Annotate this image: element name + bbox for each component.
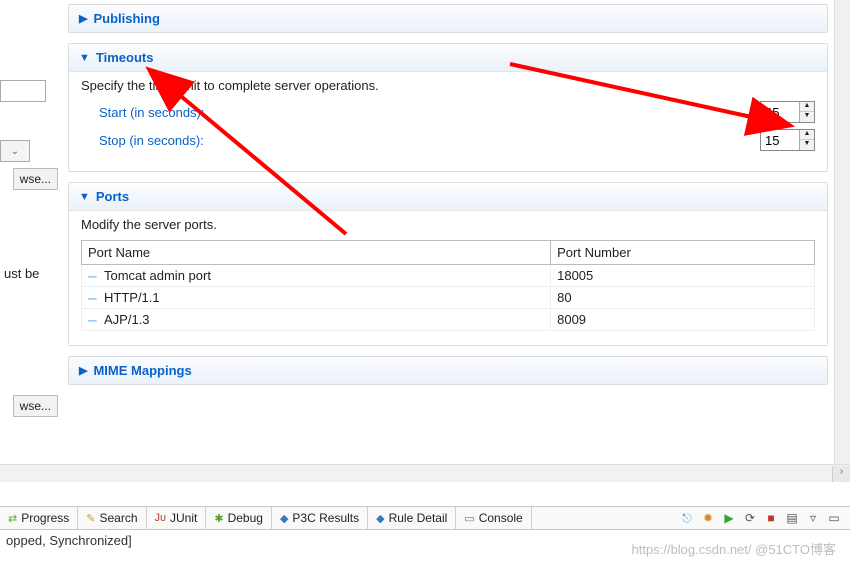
vertical-scrollbar[interactable] bbox=[834, 0, 850, 464]
editor-main-area: ⌄ wse... ust be wse... ▶ Publishing ▼ Ti… bbox=[0, 0, 850, 464]
publish-icon[interactable]: ⟳ bbox=[742, 510, 758, 526]
section-header-mime[interactable]: ▶ MIME Mappings bbox=[69, 357, 827, 384]
tab-icon: ◆ bbox=[280, 512, 288, 525]
collapse-icon: ▼ bbox=[79, 191, 90, 203]
expand-icon: ▶ bbox=[79, 364, 87, 377]
port-name: Tomcat admin port bbox=[104, 268, 211, 283]
tab-icon: ⇄ bbox=[8, 512, 17, 525]
profile-icon[interactable]: ▤ bbox=[784, 510, 800, 526]
port-number: 8009 bbox=[551, 309, 815, 331]
pin-icon[interactable]: ⎋ bbox=[679, 510, 695, 526]
port-number: 18005 bbox=[551, 265, 815, 287]
tab-icon: ▭ bbox=[464, 512, 474, 525]
section-publishing: ▶ Publishing bbox=[68, 4, 828, 33]
open-console-icon[interactable]: ✹ bbox=[700, 510, 716, 526]
start-timeout-spinner[interactable]: ▲ ▼ bbox=[760, 101, 815, 123]
port-name: HTTP/1.1 bbox=[104, 290, 160, 305]
section-title: Timeouts bbox=[96, 50, 154, 65]
tab-label: P3C Results bbox=[292, 511, 359, 525]
stop-icon[interactable]: ■ bbox=[763, 510, 779, 526]
spinner-down-icon[interactable]: ▼ bbox=[800, 112, 814, 122]
spinner-down-icon[interactable]: ▼ bbox=[800, 140, 814, 150]
expand-icon: ▶ bbox=[79, 12, 87, 25]
minimize-icon[interactable]: ▭ bbox=[826, 510, 842, 526]
table-row[interactable]: ⎓ AJP/1.3 8009 bbox=[82, 309, 815, 331]
spinner-up-icon[interactable]: ▲ bbox=[800, 130, 814, 140]
tab-label: Rule Detail bbox=[389, 511, 448, 525]
stop-timeout-input[interactable] bbox=[761, 130, 799, 150]
stop-timeout-label[interactable]: Stop (in seconds): bbox=[99, 133, 204, 148]
view-menu-icon[interactable]: ▿ bbox=[805, 510, 821, 526]
tab-debug[interactable]: ✱ Debug bbox=[206, 507, 272, 529]
collapse-icon: ▼ bbox=[79, 52, 90, 64]
tab-label: Search bbox=[99, 511, 137, 525]
section-ports: ▼ Ports Modify the server ports. Port Na… bbox=[68, 182, 828, 346]
tab-label: Console bbox=[479, 511, 523, 525]
tab-icon: ✱ bbox=[214, 512, 223, 525]
section-header-ports[interactable]: ▼ Ports bbox=[69, 183, 827, 211]
tab-icon: ✎ bbox=[86, 512, 95, 525]
tab-junit[interactable]: JᴜJUnit bbox=[147, 507, 207, 529]
ports-col-name[interactable]: Port Name bbox=[82, 241, 551, 265]
timeouts-description: Specify the time limit to complete serve… bbox=[81, 78, 815, 93]
section-header-timeouts[interactable]: ▼ Timeouts bbox=[69, 44, 827, 72]
run-icon[interactable]: ▶ bbox=[721, 510, 737, 526]
chevron-down-icon[interactable]: ⌄ bbox=[0, 140, 30, 162]
tab-icon: ◆ bbox=[376, 512, 384, 525]
spinner-up-icon[interactable]: ▲ bbox=[800, 102, 814, 112]
ports-description: Modify the server ports. bbox=[81, 217, 815, 232]
views-toolbar: ⎋ ✹ ▶ ⟳ ■ ▤ ▿ ▭ bbox=[671, 507, 850, 529]
tab-search[interactable]: ✎ Search bbox=[78, 507, 146, 529]
tab-label: Progress bbox=[21, 511, 69, 525]
tab-label: JUnit bbox=[170, 511, 197, 525]
start-timeout-input[interactable] bbox=[761, 102, 799, 122]
section-timeouts: ▼ Timeouts Specify the time limit to com… bbox=[68, 43, 828, 172]
left-cropped-column: ⌄ wse... ust be wse... bbox=[0, 0, 62, 464]
port-icon: ⎓ bbox=[88, 293, 100, 305]
table-row[interactable]: ⎓ Tomcat admin port 18005 bbox=[82, 265, 815, 287]
tab-label: Debug bbox=[228, 511, 263, 525]
section-mime: ▶ MIME Mappings bbox=[68, 356, 828, 385]
start-timeout-label[interactable]: Start (in seconds): bbox=[99, 105, 205, 120]
section-title: Ports bbox=[96, 189, 129, 204]
stop-timeout-row: Stop (in seconds): ▲ ▼ bbox=[81, 129, 815, 151]
left-truncated-text: ust be bbox=[4, 266, 39, 281]
watermark-text: https://blog.csdn.net/ @51CTO博客 bbox=[632, 539, 836, 558]
horizontal-scrollbar[interactable]: › bbox=[0, 464, 850, 482]
stop-timeout-spinner[interactable]: ▲ ▼ bbox=[760, 129, 815, 151]
section-header-publishing[interactable]: ▶ Publishing bbox=[69, 5, 827, 32]
tab-rule-detail[interactable]: ◆ Rule Detail bbox=[368, 507, 456, 529]
scroll-right-icon[interactable]: › bbox=[832, 466, 850, 482]
browse-button-2[interactable]: wse... bbox=[13, 395, 58, 417]
start-timeout-row: Start (in seconds): ▲ ▼ bbox=[81, 101, 815, 123]
table-row[interactable]: ⎓ HTTP/1.1 80 bbox=[82, 287, 815, 309]
port-number: 80 bbox=[551, 287, 815, 309]
ports-col-number[interactable]: Port Number bbox=[551, 241, 815, 265]
server-config-panel: ▶ Publishing ▼ Timeouts Specify the time… bbox=[62, 0, 834, 464]
ports-table: Port Name Port Number ⎓ Tomcat admin port… bbox=[81, 240, 815, 331]
browse-button-1[interactable]: wse... bbox=[13, 168, 58, 190]
tab-icon: Jᴜ bbox=[155, 512, 167, 524]
port-icon: ⎓ bbox=[88, 271, 100, 283]
tab-p3c-results[interactable]: ◆ P3C Results bbox=[272, 507, 368, 529]
views-tab-bar: ⇄ Progress ✎ Search JᴜJUnit ✱ Debug ◆ P3C Result… bbox=[0, 506, 850, 530]
tab-console[interactable]: ▭ Console bbox=[456, 507, 531, 529]
tab-progress[interactable]: ⇄ Progress bbox=[0, 507, 78, 529]
section-title: Publishing bbox=[93, 11, 159, 26]
port-icon: ⎓ bbox=[88, 315, 100, 327]
section-title: MIME Mappings bbox=[93, 363, 191, 378]
port-name: AJP/1.3 bbox=[104, 312, 150, 327]
